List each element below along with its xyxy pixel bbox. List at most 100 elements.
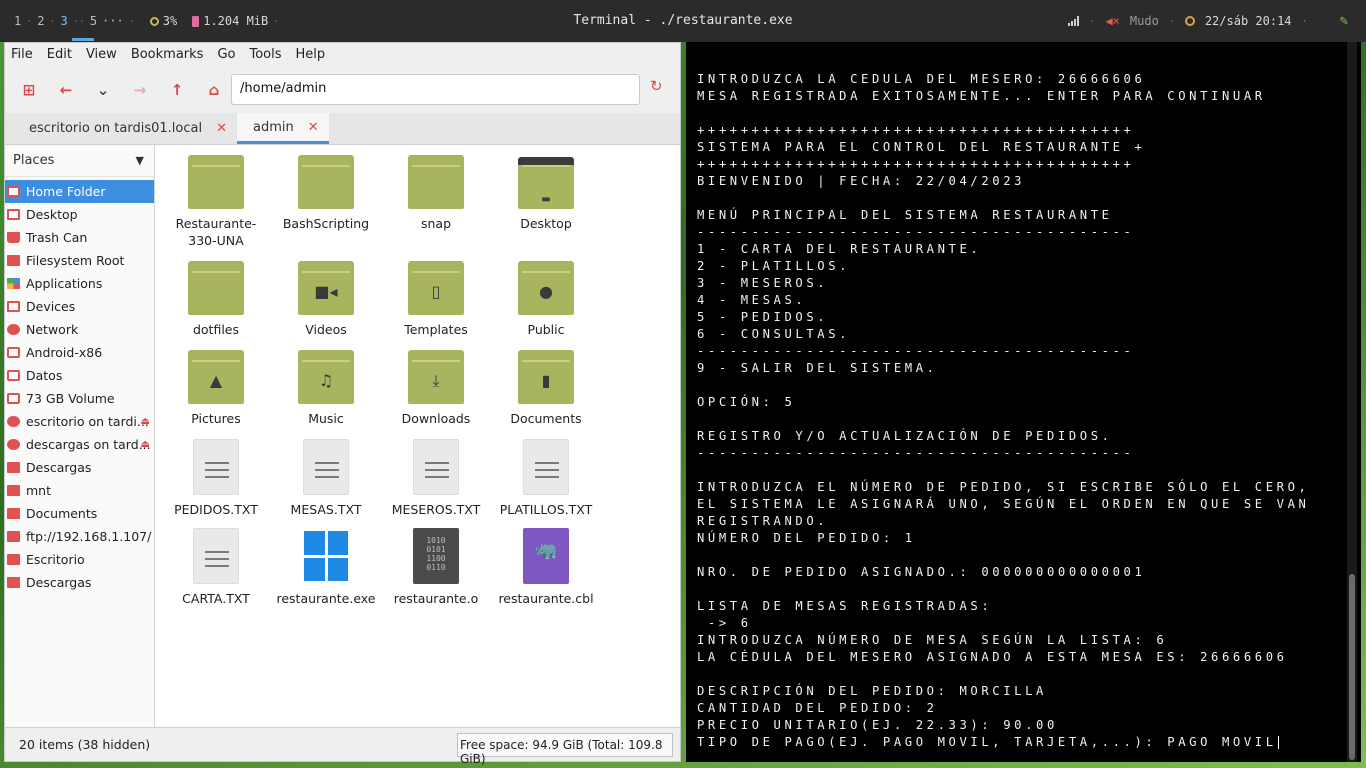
- menu-bookmarks[interactable]: Bookmarks: [131, 47, 204, 62]
- forward-arrow-icon[interactable]: →: [128, 78, 152, 102]
- file-name: restaurante.exe: [276, 591, 376, 606]
- clock-icon: [1184, 16, 1195, 26]
- drive-icon: [7, 370, 20, 381]
- scroll-thumb[interactable]: [1349, 574, 1355, 760]
- close-icon[interactable]: ✕: [308, 120, 319, 135]
- file-manager-window: File Edit View Bookmarks Go Tools Help ⊞…: [4, 42, 681, 766]
- file-item-downloads[interactable]: ⤓ Downloads: [381, 350, 491, 427]
- file-item-dotfiles[interactable]: dotfiles: [161, 261, 271, 338]
- documents-folder-icon: ▮: [518, 350, 574, 404]
- home-icon[interactable]: ⌂: [202, 78, 226, 102]
- file-item-bashscripting[interactable]: BashScripting: [271, 155, 381, 232]
- sidebar-item-datos[interactable]: Datos: [5, 364, 154, 387]
- sidebar-item-filesystem-root[interactable]: Filesystem Root: [5, 249, 154, 272]
- terminal-line: 6 - CONSULTAS.: [697, 327, 851, 341]
- sidebar-item-label: escritorio on tardi...: [26, 414, 149, 429]
- tab-escritorio[interactable]: escritorio on tardis01.local ✕: [5, 113, 237, 144]
- location-bar[interactable]: /home/admin: [231, 74, 640, 105]
- file-name: CARTA.TXT: [182, 591, 250, 606]
- menu-view[interactable]: View: [86, 47, 117, 62]
- speaker-muted-icon[interactable]: ◀×: [1105, 14, 1119, 28]
- terminal-line: LISTA DE MESAS REGISTRADAS:: [697, 599, 993, 613]
- eject-icon[interactable]: ⏏: [141, 439, 150, 450]
- folder-icon: [7, 577, 20, 588]
- close-icon[interactable]: ✕: [216, 121, 227, 136]
- tab-label: escritorio on tardis01.local: [29, 121, 203, 136]
- file-item-carta-txt[interactable]: CARTA.TXT: [161, 528, 271, 607]
- file-item-mesas-txt[interactable]: MESAS.TXT: [271, 439, 381, 518]
- signal-icon[interactable]: [1068, 16, 1080, 26]
- terminal-line: ----------------------------------------: [697, 446, 1135, 460]
- music-folder-icon: ♫: [298, 350, 354, 404]
- eject-icon[interactable]: ⏏: [141, 416, 150, 427]
- sidebar-item-escritorio[interactable]: Escritorio: [5, 548, 154, 571]
- menu-go[interactable]: Go: [217, 47, 235, 62]
- sidebar-item-home-folder[interactable]: Home Folder: [5, 180, 154, 203]
- file-item-restaurante-o[interactable]: 1010 0101 1100 0110 restaurante.o: [381, 528, 491, 607]
- sidebar-item-escritorio-share[interactable]: escritorio on tardi... ⏏: [5, 410, 154, 433]
- tab-admin[interactable]: admin ✕: [236, 113, 329, 144]
- file-name: Desktop: [520, 216, 572, 231]
- sidebar-item-documents[interactable]: Documents: [5, 502, 154, 525]
- back-arrow-icon[interactable]: ←: [54, 78, 78, 102]
- file-item-public[interactable]: ● Public: [491, 261, 601, 338]
- sidebar-item-ftp[interactable]: ftp://192.168.1.107/: [5, 525, 154, 548]
- sidebar-item-descargas-2[interactable]: Descargas: [5, 571, 154, 594]
- file-item-restaurante-folder[interactable]: Restaurante-330-UNA: [161, 155, 271, 249]
- terminal-line: REGISTRO Y/O ACTUALIZACIÓN DE PEDIDOS.: [697, 429, 1113, 443]
- sidebar-item-network[interactable]: Network: [5, 318, 154, 341]
- folder-icon: [188, 155, 244, 209]
- sidebar-item-73gb-volume[interactable]: 73 GB Volume: [5, 387, 154, 410]
- status-bar: 20 items (38 hidden) Free space: 94.9 Gi…: [5, 727, 680, 766]
- file-item-pictures[interactable]: ▲ Pictures: [161, 350, 271, 427]
- menu-help[interactable]: Help: [296, 47, 326, 62]
- sidebar-item-mnt[interactable]: mnt: [5, 479, 154, 502]
- sidebar-item-android[interactable]: Android-x86: [5, 341, 154, 364]
- text-file-icon: [413, 439, 459, 495]
- file-item-meseros-txt[interactable]: MESEROS.TXT: [381, 439, 491, 518]
- menu-tools[interactable]: Tools: [249, 47, 281, 62]
- file-item-videos[interactable]: ■◂ Videos: [271, 261, 381, 338]
- sidebar-item-applications[interactable]: Applications: [5, 272, 154, 295]
- file-item-snap[interactable]: snap: [381, 155, 491, 232]
- volume-label[interactable]: Mudo: [1130, 14, 1159, 28]
- active-workspace-underline: [72, 38, 94, 41]
- places-label: Places: [13, 153, 55, 168]
- terminal-scrollbar[interactable]: [1347, 42, 1357, 762]
- file-item-music[interactable]: ♫ Music: [271, 350, 381, 427]
- file-item-templates[interactable]: ▯ Templates: [381, 261, 491, 338]
- terminal-window[interactable]: INTRODUZCA LA CEDULA DEL MESERO: 2666660…: [686, 42, 1361, 762]
- folder-icon: [408, 155, 464, 209]
- file-item-platillos-txt[interactable]: PLATILLOS.TXT: [491, 439, 601, 518]
- pictures-folder-icon: ▲: [188, 350, 244, 404]
- history-dropdown-icon[interactable]: ⌄: [91, 78, 115, 102]
- file-item-restaurante-cbl[interactable]: 🦏 restaurante.cbl: [491, 528, 601, 607]
- new-tab-icon[interactable]: ⊞: [17, 78, 41, 102]
- binary-file-icon: 1010 0101 1100 0110: [413, 528, 459, 584]
- file-item-restaurante-exe[interactable]: restaurante.exe: [271, 528, 381, 607]
- file-item-pedidos-txt[interactable]: PEDIDOS.TXT: [161, 439, 271, 518]
- file-item-desktop[interactable]: ▬ Desktop: [491, 157, 601, 232]
- sidebar-item-label: Home Folder: [26, 184, 106, 199]
- menu-edit[interactable]: Edit: [47, 47, 72, 62]
- paperclip-icon[interactable]: ✎: [1340, 13, 1348, 29]
- file-item-documents[interactable]: ▮ Documents: [491, 350, 601, 427]
- folder-icon: [188, 261, 244, 315]
- folder-icon: [7, 508, 20, 519]
- chevron-down-icon[interactable]: ▼: [136, 154, 144, 167]
- places-header[interactable]: Places ▼: [5, 145, 154, 177]
- sidebar-item-desktop[interactable]: Desktop: [5, 203, 154, 226]
- sidebar-item-label: Datos: [26, 368, 63, 383]
- sidebar-item-devices[interactable]: Devices: [5, 295, 154, 318]
- up-arrow-icon[interactable]: ↑: [165, 78, 189, 102]
- clock-value[interactable]: 22/sáb 20:14: [1205, 14, 1292, 28]
- sidebar-item-trash[interactable]: Trash Can: [5, 226, 154, 249]
- reload-icon[interactable]: ↻: [650, 77, 663, 95]
- file-name: MESEROS.TXT: [391, 502, 481, 517]
- menu-file[interactable]: File: [11, 47, 33, 62]
- sidebar-item-descargas[interactable]: Descargas: [5, 456, 154, 479]
- text-file-icon: [303, 439, 349, 495]
- text-file-icon: [523, 439, 569, 495]
- sidebar-item-descargas-share[interactable]: descargas on tard... ⏏: [5, 433, 154, 456]
